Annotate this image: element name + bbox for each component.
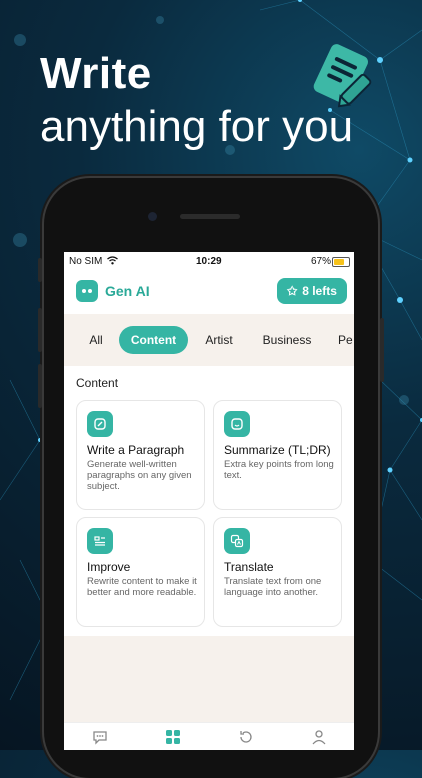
summarize-icon xyxy=(224,411,250,437)
card-summarize[interactable]: Summarize (TL;DR) Extra key points from … xyxy=(213,400,342,510)
section-title: Content xyxy=(76,376,119,390)
history-icon[interactable] xyxy=(236,727,256,747)
badge-star-icon: ✩ xyxy=(287,284,298,298)
card-improve[interactable]: Improve Rewrite content to make it bette… xyxy=(76,517,205,627)
earpiece-speaker xyxy=(180,214,240,219)
card-description: Translate text from one language into an… xyxy=(224,576,322,598)
card-translate[interactable]: Translate Translate text from one langua… xyxy=(213,517,342,627)
card-description: Rewrite content to make it better and mo… xyxy=(87,576,197,598)
empty-area xyxy=(64,636,354,722)
app-screen: No SIM 10:29 67% Gen AI ✩ 8 lefts All Co… xyxy=(64,252,354,750)
improve-icon xyxy=(87,528,113,554)
card-description: Extra key points from long text. xyxy=(224,459,334,481)
bottom-navigation xyxy=(64,722,354,750)
card-title: Write a Paragraph xyxy=(87,443,185,457)
front-camera xyxy=(148,212,157,221)
note-pencil-icon xyxy=(313,44,372,108)
battery-icon xyxy=(332,257,350,267)
tab-personal[interactable]: Pe xyxy=(338,326,354,354)
paragraph-icon xyxy=(87,411,113,437)
app-brand: Gen AI xyxy=(76,280,150,302)
chat-icon[interactable] xyxy=(90,727,110,747)
credits-button[interactable]: ✩ 8 lefts xyxy=(277,278,347,304)
app-header: Gen AI ✩ 8 lefts xyxy=(64,272,354,314)
translate-icon xyxy=(224,528,250,554)
card-description: Generate well-written paragraphs on any … xyxy=(87,459,192,492)
carrier-label: No SIM xyxy=(69,256,119,267)
app-logo-icon xyxy=(76,280,98,302)
battery-percent: 67% xyxy=(311,256,332,267)
card-title: Improve xyxy=(87,560,131,574)
grid-icon[interactable] xyxy=(163,727,183,747)
card-title: Summarize (TL;DR) xyxy=(224,443,331,457)
card-write-paragraph[interactable]: Write a Paragraph Generate well-written … xyxy=(76,400,205,510)
tab-all[interactable]: All xyxy=(82,326,110,354)
card-title: Translate xyxy=(224,560,274,574)
content-section: Content Write a Paragraph Generate well-… xyxy=(64,366,354,636)
wifi-icon xyxy=(107,256,119,265)
status-bar: No SIM 10:29 67% xyxy=(64,252,354,272)
credits-label: 8 lefts xyxy=(302,284,337,298)
tab-artist[interactable]: Artist xyxy=(199,326,239,354)
clock: 10:29 xyxy=(196,256,222,267)
profile-icon[interactable] xyxy=(309,727,329,747)
app-name: Gen AI xyxy=(105,283,150,299)
tab-business[interactable]: Business xyxy=(258,326,316,354)
category-tabs: All Content Artist Business Pe xyxy=(64,314,354,366)
tab-content[interactable]: Content xyxy=(119,326,188,354)
